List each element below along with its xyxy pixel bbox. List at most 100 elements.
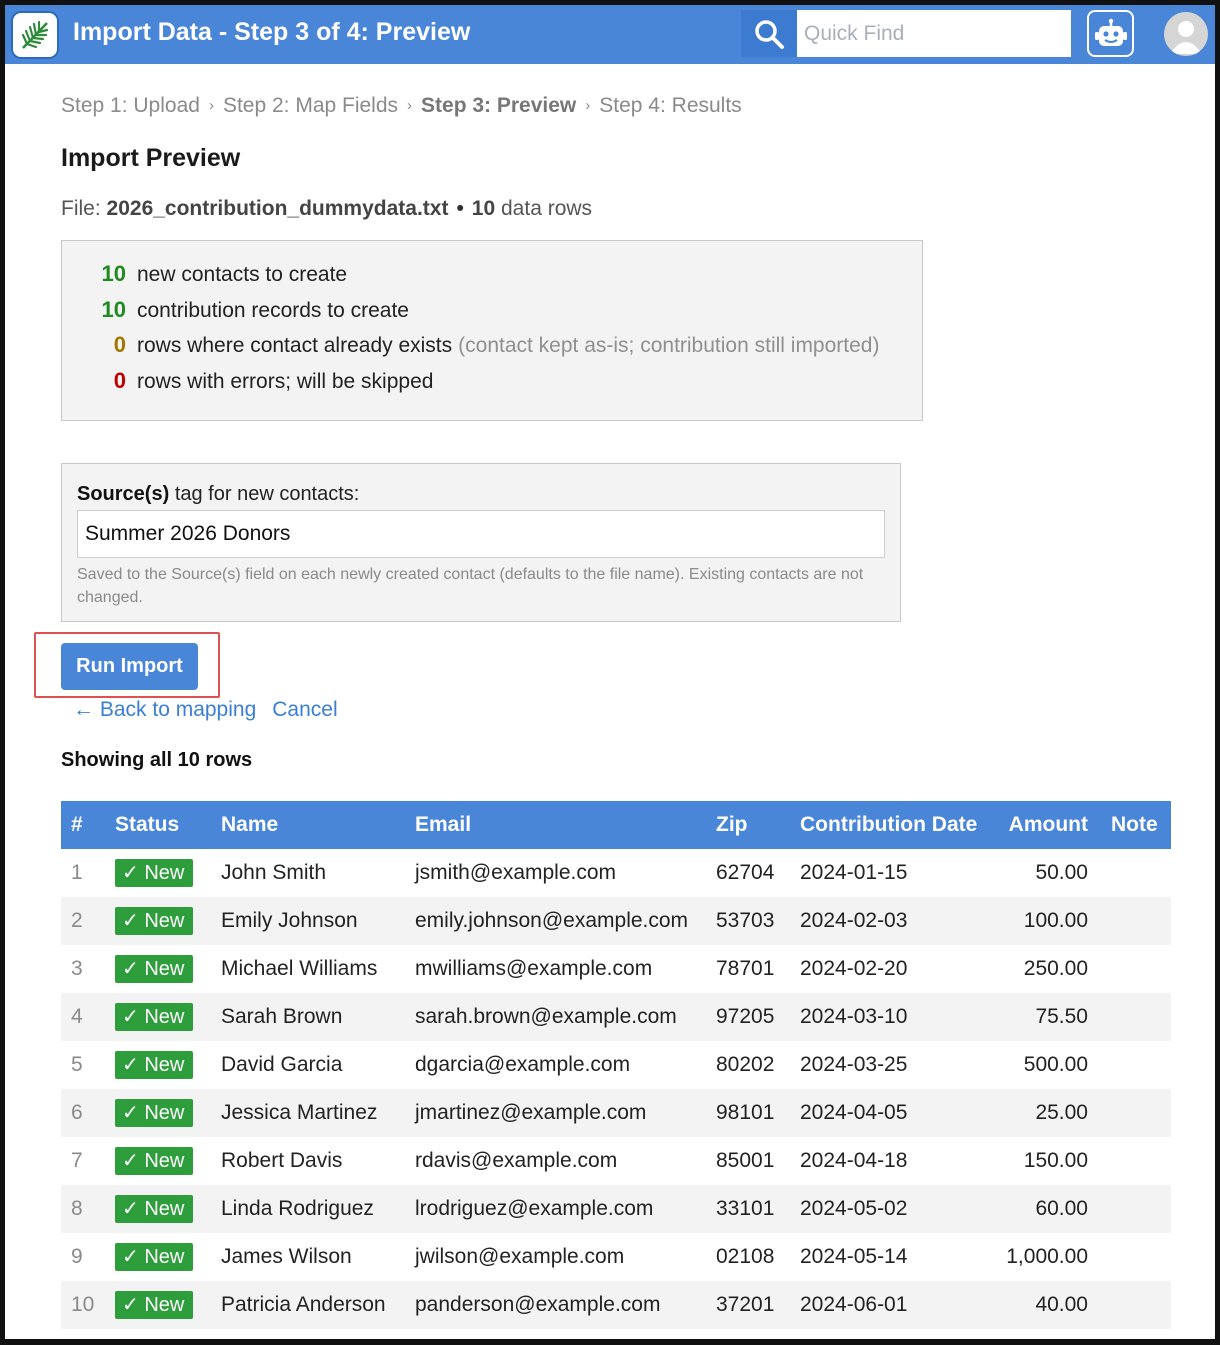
table-row: 9 ✓ New James Wilson jwilson@example.com 021… — [61, 1233, 1171, 1281]
breadcrumb-step-results: Step 4: Results — [599, 94, 742, 117]
row-count-suffix: data rows — [501, 197, 593, 220]
secondary-actions: ← Back to mapping Cancel — [73, 698, 338, 722]
top-bar: Import Data - Step 3 of 4: Preview — [5, 5, 1215, 64]
file-label: File: — [61, 197, 101, 220]
quick-find-input[interactable] — [797, 10, 1071, 57]
summary-count: 10 — [101, 261, 126, 286]
cancel-link[interactable]: Cancel — [272, 698, 337, 721]
row-amount: 250.00 — [1023, 957, 1088, 980]
row-contribution-date: 2024-04-05 — [790, 1089, 983, 1137]
row-note — [1101, 1185, 1171, 1233]
breadcrumb-step-upload[interactable]: Step 1: Upload — [61, 94, 200, 117]
column-header-zip: Zip — [706, 801, 790, 849]
source-help-text: Saved to the Source(s) field on each new… — [77, 566, 864, 606]
row-email: rdavis@example.com — [415, 1149, 618, 1172]
new-status-badge: ✓ New — [115, 1195, 194, 1223]
row-email: dgarcia@example.com — [415, 1053, 631, 1076]
row-contribution-date: 2024-02-03 — [790, 897, 983, 945]
row-status: ✓ New — [105, 1185, 211, 1233]
row-name: Patricia Anderson — [211, 1281, 405, 1329]
column-header-number: # — [61, 801, 105, 849]
file-name: 2026_contribution_dummydata.txt — [106, 197, 449, 220]
row-note — [1101, 993, 1171, 1041]
row-status: ✓ New — [105, 1041, 211, 1089]
row-zip: 85001 — [716, 1149, 775, 1172]
summary-row-errors: 0 rows with errors; will be skipped — [62, 368, 434, 398]
row-status: ✓ New — [105, 1233, 211, 1281]
breadcrumb-step-map-fields[interactable]: Step 2: Map Fields — [223, 94, 398, 117]
row-email: lrodriguez@example.com — [405, 1185, 706, 1233]
row-number: 3 — [71, 957, 83, 980]
robot-icon[interactable] — [1087, 10, 1134, 57]
row-amount: 100.00 — [983, 897, 1101, 945]
breadcrumb: Step 1: Upload › Step 2: Map Fields › Step 3… — [61, 94, 742, 118]
row-zip: 02108 — [716, 1245, 775, 1268]
row-contribution-date: 2024-05-02 — [790, 1185, 983, 1233]
row-amount: 1,000.00 — [1006, 1245, 1088, 1268]
column-header-contribution-date: Contribution Date — [790, 801, 983, 849]
table-caption: Showing all 10 rows — [61, 749, 253, 771]
column-header-note: Note — [1101, 801, 1171, 849]
row-zip: 98101 — [706, 1089, 790, 1137]
row-note — [1101, 1041, 1171, 1089]
row-contribution-date: 2024-03-25 — [800, 1053, 908, 1076]
table-row: 6 ✓ New Jessica Martinez jmartinez@example.… — [61, 1089, 1171, 1137]
row-zip: 33101 — [706, 1185, 790, 1233]
table-row: 1 ✓ New John Smith jsmith@example.com 62704 2… — [61, 849, 1171, 897]
row-zip: 80202 — [716, 1053, 775, 1076]
row-zip: 78701 — [716, 957, 775, 980]
new-status-badge: ✓ New — [115, 1243, 194, 1271]
row-note — [1101, 945, 1171, 993]
row-amount: 150.00 — [1023, 1149, 1088, 1172]
row-status: ✓ New — [105, 1137, 211, 1185]
column-header-name: Name — [211, 801, 405, 849]
row-email: mwilliams@example.com — [415, 957, 653, 980]
new-status-badge: ✓ New — [115, 1147, 194, 1175]
breadcrumb-separator: › — [407, 97, 413, 114]
table-row: 4 ✓ New Sarah Brown sarah.brown@example.com… — [61, 993, 1171, 1041]
summary-count: 0 — [113, 368, 126, 393]
row-contribution-date: 2024-06-01 — [790, 1281, 983, 1329]
import-summary-panel: 10 new contacts to create 10 contribution … — [61, 240, 923, 421]
app-window: Import Data - Step 3 of 4: Preview Quick… — [0, 0, 1220, 1345]
file-info: File: 2026_contribution_dummydata.txt • 10… — [61, 197, 592, 221]
search-icon[interactable] — [741, 10, 797, 57]
row-name: Linda Rodriguez — [211, 1185, 405, 1233]
summary-text: new contacts to create — [137, 263, 348, 286]
row-number: 5 — [71, 1053, 83, 1076]
row-number: 4 — [61, 993, 105, 1041]
preview-table: # Status Name Email Zip Contribution Dat… — [61, 801, 1171, 1329]
row-contribution-date: 2024-02-20 — [800, 957, 908, 980]
row-status: ✓ New — [105, 993, 211, 1041]
summary-count: 10 — [101, 297, 126, 322]
bullet-separator: • — [456, 197, 464, 220]
row-number: 8 — [61, 1185, 105, 1233]
row-note — [1101, 1137, 1171, 1185]
row-number: 10 — [61, 1281, 105, 1329]
row-name: Emily Johnson — [211, 897, 405, 945]
row-zip: 53703 — [706, 897, 790, 945]
row-status: ✓ New — [105, 849, 211, 897]
back-to-mapping-link[interactable]: ← Back to mapping — [73, 698, 256, 721]
run-import-button[interactable]: Run Import — [61, 643, 198, 690]
source-tag-label: Source(s) tag for new contacts: — [77, 483, 359, 506]
fern-logo-icon[interactable] — [11, 11, 59, 59]
row-zip: 37201 — [706, 1281, 790, 1329]
row-name: John Smith — [221, 861, 327, 884]
row-number: 9 — [71, 1245, 83, 1268]
row-note — [1101, 1233, 1171, 1281]
row-amount: 75.50 — [983, 993, 1101, 1041]
breadcrumb-step-preview: Step 3: Preview — [421, 94, 577, 117]
row-count: 10 — [471, 197, 496, 220]
row-zip: 62704 — [716, 861, 775, 884]
row-number: 7 — [71, 1149, 83, 1172]
user-avatar-icon[interactable] — [1164, 12, 1208, 56]
row-amount: 50.00 — [1035, 861, 1088, 884]
summary-count: 0 — [113, 332, 126, 357]
source-tag-input[interactable] — [77, 510, 885, 558]
source-tag-panel: Source(s) tag for new contacts: Saved to… — [61, 463, 901, 622]
summary-row-new-contacts: 10 new contacts to create — [62, 261, 348, 291]
row-name: Sarah Brown — [211, 993, 405, 1041]
row-status: ✓ New — [105, 1281, 211, 1329]
summary-text: rows where contact already exists — [137, 334, 453, 357]
